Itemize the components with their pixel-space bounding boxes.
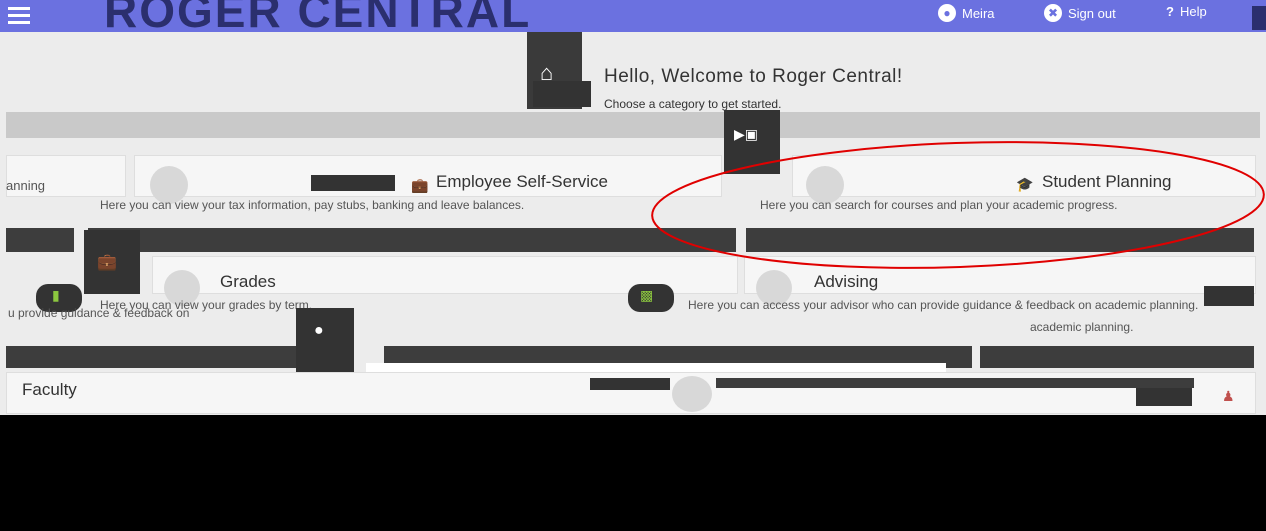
card-footer-strip-grades-left <box>6 346 296 368</box>
card-footer-strip-employee <box>88 228 736 252</box>
welcome-title: Hello, Welcome to Roger Central! <box>604 66 903 87</box>
employee-card-title: Employee Self-Service <box>436 172 608 191</box>
sign-out-link[interactable]: ✖ Sign out <box>1044 4 1116 22</box>
blank-lower-area <box>0 415 1266 531</box>
sign-out-label: Sign out <box>1068 5 1116 21</box>
top-navigation-bar: ROGER CENTRAL ● Meira ✖ Sign out ? Help <box>0 0 1266 32</box>
student-planning-card-title: Student Planning <box>1042 172 1172 191</box>
user-icon: ● <box>938 4 956 22</box>
user-name: Meira <box>962 5 995 21</box>
student-planning-cap-icon: 🎓 <box>1016 176 1034 192</box>
card-footer-strip-left <box>6 228 74 252</box>
faculty-footer-strip <box>716 378 1194 388</box>
faculty-person-icon: ♟ <box>1222 388 1235 404</box>
advising-card-title: Advising <box>814 272 879 291</box>
advising-dark-block <box>1204 286 1254 306</box>
advising-card-description: Here you can access your advisor who can… <box>688 298 1199 312</box>
home-icon[interactable]: ⌂ <box>540 60 553 86</box>
brand-logo-text[interactable]: ROGER CENTRAL <box>104 0 531 32</box>
grades-book-icon: ▮ <box>52 287 60 303</box>
hamburger-menu-icon[interactable] <box>6 4 34 28</box>
faculty-dark-block <box>1136 388 1192 406</box>
employee-briefcase-icon: 💼 <box>411 177 429 193</box>
left-row-fragment: u provide guidance & feedback on <box>8 306 190 320</box>
help-link[interactable]: ? Help <box>1166 4 1207 19</box>
employee-card-description: Here you can view your tax information, … <box>100 198 525 212</box>
grades-card-title: Grades <box>220 272 276 291</box>
faculty-avatar-circle <box>672 376 712 412</box>
briefcase-tile-icon: 💼 <box>97 254 117 271</box>
video-icon: ▶▣ <box>734 126 758 142</box>
employee-dark-block <box>311 175 395 191</box>
help-icon: ? <box>1166 4 1174 19</box>
advising-chart-icon: ▩ <box>640 287 654 303</box>
header-edge-block <box>1252 6 1266 30</box>
advising-description-continued: academic planning. <box>1030 320 1134 334</box>
card-partial-left-title: anning <box>6 178 46 193</box>
user-profile-link[interactable]: ● Meira <box>938 4 995 22</box>
section-divider-band <box>6 112 1260 138</box>
faculty-card-title: Faculty <box>22 380 77 399</box>
student-planning-card-description: Here you can search for courses and plan… <box>760 198 1118 212</box>
card-footer-strip-advising <box>980 346 1254 368</box>
welcome-subtitle: Choose a category to get started. <box>604 97 782 111</box>
faculty-user-tile[interactable] <box>296 308 354 378</box>
help-label: Help <box>1179 4 1207 19</box>
faculty-user-icon: ● <box>314 322 324 339</box>
faculty-dark-strip <box>590 378 670 390</box>
card-footer-strip-student-planning <box>746 228 1254 252</box>
sign-out-icon: ✖ <box>1044 4 1062 22</box>
